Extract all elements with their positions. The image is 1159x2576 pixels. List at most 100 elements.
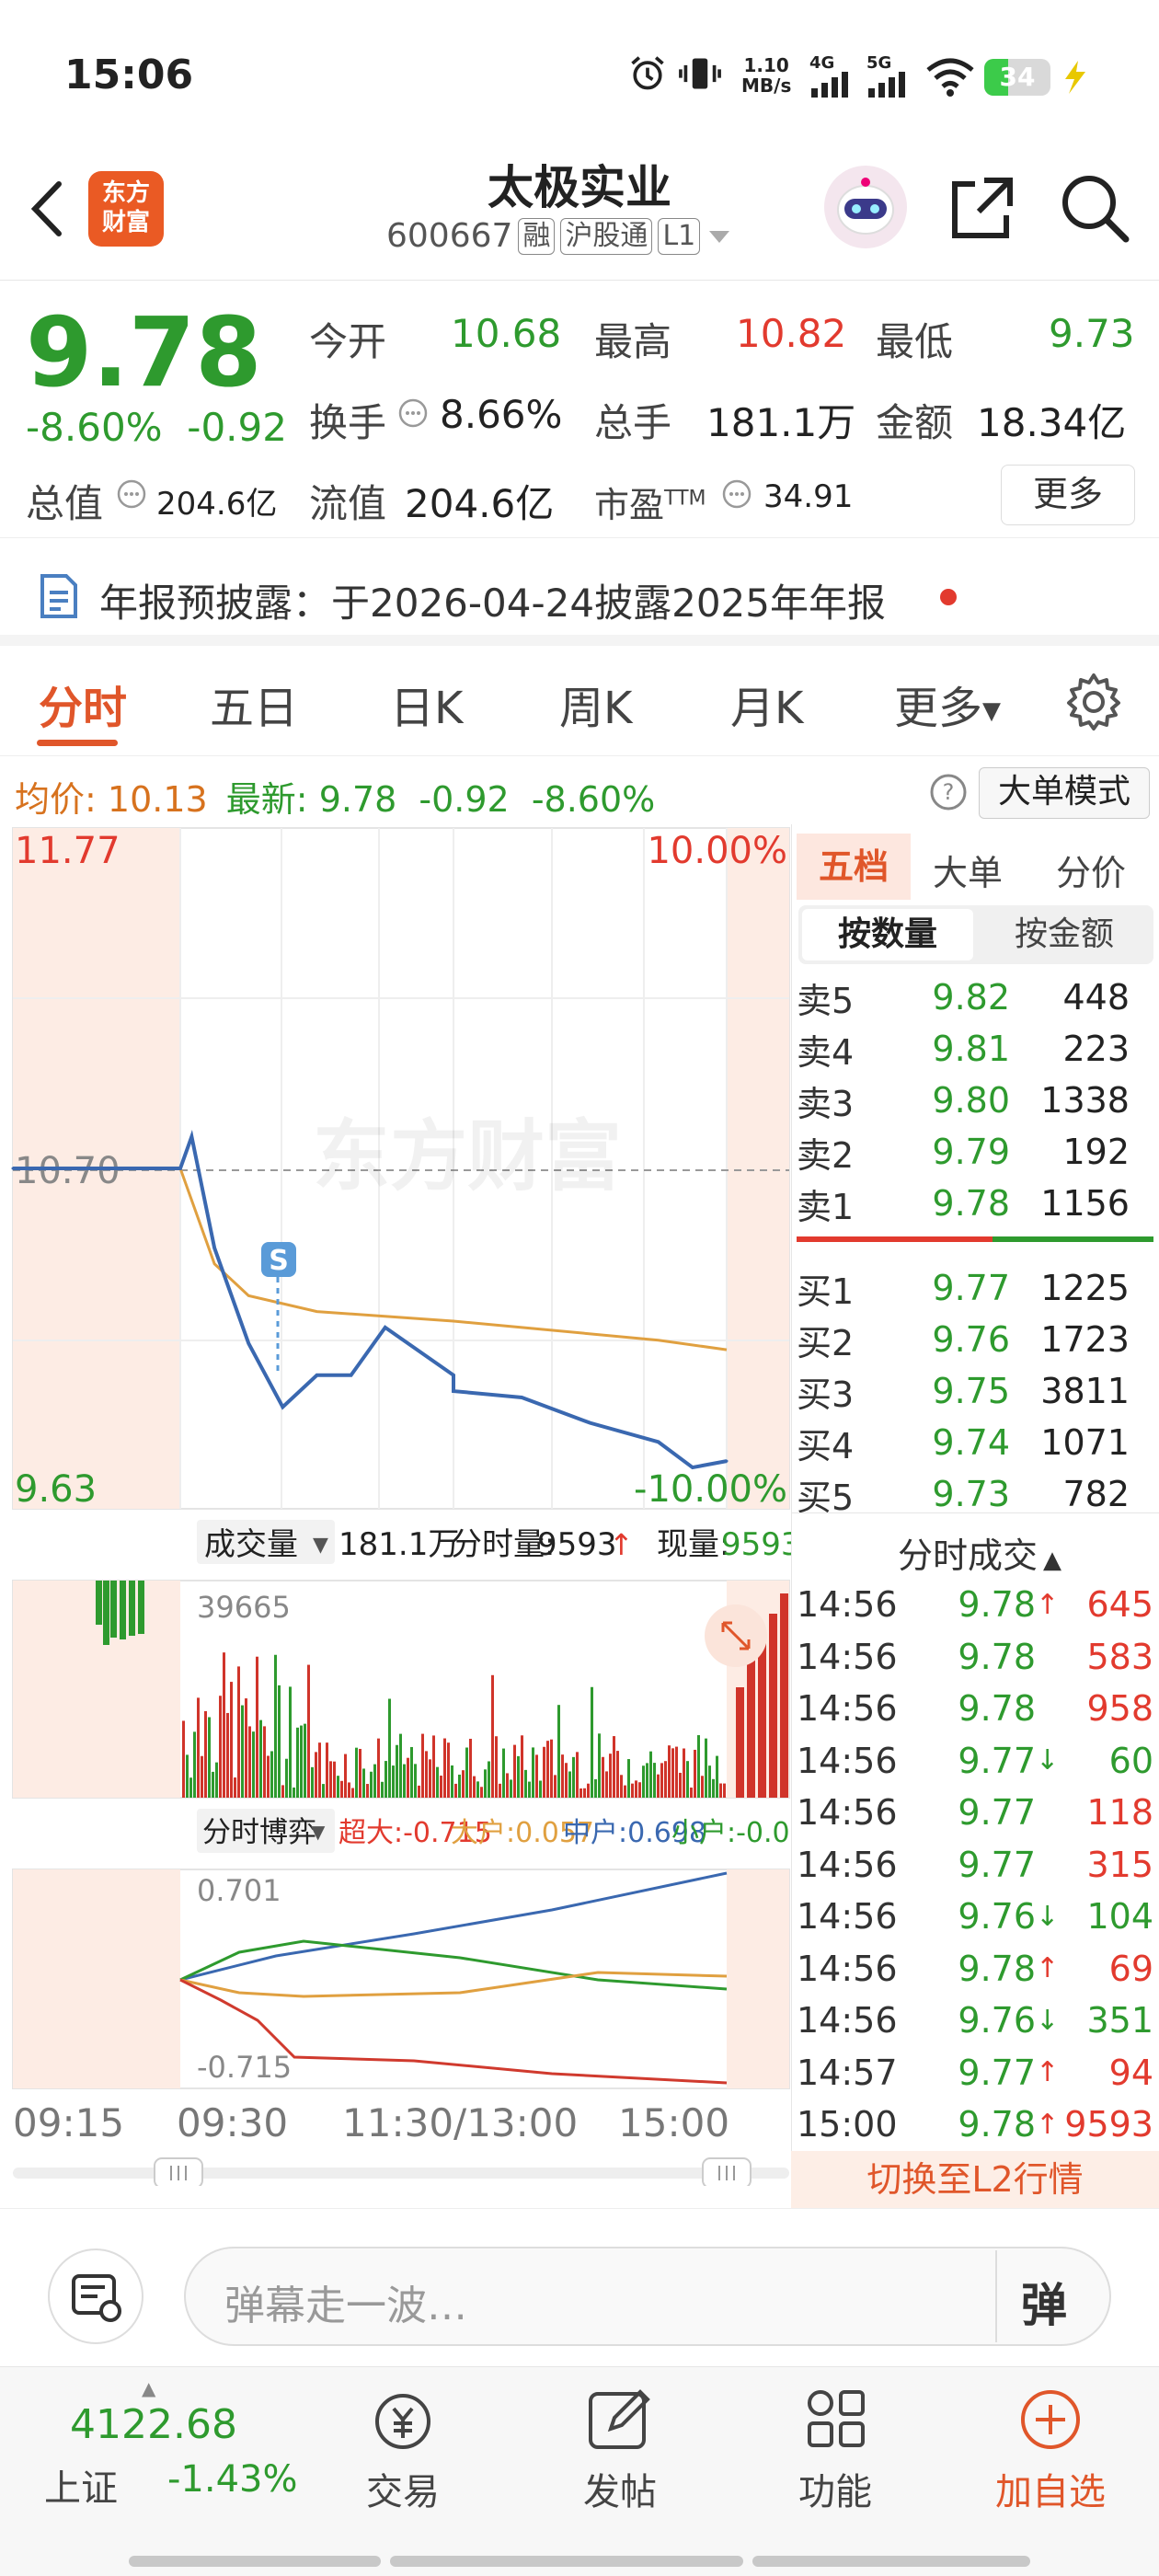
- arrow-down-icon: ↓: [1036, 1900, 1060, 1933]
- volume-bar: [646, 1763, 648, 1798]
- grid-apps-icon[interactable]: [798, 2385, 872, 2455]
- float-value: 204.6亿: [405, 481, 555, 526]
- volume-bar: [769, 1614, 777, 1798]
- info-dots-icon[interactable]: [116, 478, 147, 510]
- open-value: 10.68: [451, 311, 562, 356]
- index-name[interactable]: 上证: [44, 2458, 118, 2512]
- high-value: 10.82: [736, 311, 847, 356]
- tab-monthly-k[interactable]: 月K: [730, 672, 803, 736]
- wifi-icon: [926, 58, 974, 97]
- nav-functions[interactable]: 功能: [762, 2462, 909, 2515]
- volume-bar: [557, 1705, 560, 1798]
- signal-marker-label: S: [269, 1245, 289, 1277]
- price-point: [316, 1374, 318, 1377]
- post-edit-icon[interactable]: [583, 2385, 657, 2455]
- ask-row[interactable]: 卖2 9.79 192: [797, 1128, 1153, 1176]
- volume-minute-value: 9593: [537, 1526, 617, 1563]
- ticks-title[interactable]: 分时成交 ▲: [898, 1527, 1061, 1578]
- index-pct[interactable]: -1.43%: [167, 2458, 298, 2501]
- volume-bar: [480, 1787, 483, 1798]
- order-volume: 782: [1062, 1474, 1130, 1514]
- bid-row[interactable]: 买4 9.74 1071: [797, 1419, 1153, 1466]
- tab-daily-k[interactable]: 日K: [390, 672, 463, 736]
- nav-add-watchlist[interactable]: 加自选: [977, 2462, 1124, 2515]
- switch-l2-button[interactable]: 切换至L2行情: [791, 2151, 1159, 2208]
- volume-bar: [289, 1686, 292, 1798]
- settings-gear-icon[interactable]: [1063, 672, 1124, 732]
- volume-bar: [120, 1581, 126, 1639]
- volume-bar: [649, 1751, 652, 1798]
- info-dots-icon[interactable]: [721, 478, 752, 510]
- subtab-by-volume[interactable]: 按数量: [802, 909, 973, 960]
- tab-five-level[interactable]: 五档: [797, 834, 911, 900]
- nav-post[interactable]: 发帖: [546, 2462, 694, 2515]
- bid-row[interactable]: 买1 9.77 1225: [797, 1264, 1153, 1312]
- volume-bar: [495, 1736, 498, 1798]
- tab-price-dist[interactable]: 分价: [1056, 845, 1126, 895]
- bid-row[interactable]: 买5 9.73 782: [797, 1470, 1153, 1518]
- stock-code-row[interactable]: 600667 融 沪股通 L1: [386, 217, 733, 255]
- volume-bar: [476, 1781, 479, 1798]
- caret-down-icon: ▼: [313, 1534, 328, 1557]
- low-value: 9.73: [1049, 311, 1135, 356]
- tick-row: 14:56 9.78 ↑ 645: [797, 1581, 1153, 1628]
- order-volume: 3811: [1040, 1371, 1130, 1411]
- tick-volume: 104: [1086, 1896, 1153, 1937]
- bid-row[interactable]: 买3 9.75 3811: [797, 1367, 1153, 1415]
- tab-more[interactable]: 更多▼: [894, 672, 1001, 736]
- tab-weekly-k[interactable]: 周K: [559, 672, 632, 736]
- info-dots-icon[interactable]: [397, 397, 429, 429]
- danmu-toggle-button[interactable]: 弹: [1021, 2269, 1067, 2335]
- volume-bar: [348, 1782, 350, 1798]
- tick-time: 14:56: [797, 1740, 898, 1781]
- tick-volume: 583: [1086, 1636, 1153, 1677]
- more-quote-button[interactable]: 更多: [1001, 465, 1135, 525]
- volume-now-value: 9593: [721, 1526, 791, 1563]
- tab-big-order[interactable]: 大单: [933, 845, 1003, 895]
- volume-bar: [333, 1761, 336, 1798]
- volume-bar: [554, 1775, 557, 1798]
- turnover-label: 换手: [309, 400, 387, 445]
- tick-price: 9.78: [958, 1584, 1036, 1625]
- bid-row[interactable]: 买2 9.76 1723: [797, 1316, 1153, 1363]
- ask-row[interactable]: 卖4 9.81 223: [797, 1025, 1153, 1073]
- ask-row[interactable]: 卖5 9.82 448: [797, 973, 1153, 1021]
- volume-bar: [465, 1747, 468, 1798]
- game-bottom-label: -0.715: [197, 2050, 292, 2085]
- tab-five-day[interactable]: 五日: [210, 672, 298, 736]
- help-icon[interactable]: ?: [929, 773, 968, 811]
- margin-tag: 融: [518, 217, 556, 255]
- index-value[interactable]: 4122.68: [70, 2401, 237, 2448]
- pct-top-label: 10.00%: [647, 830, 787, 872]
- tab-intraday[interactable]: 分时: [39, 672, 127, 736]
- order-level-label: 买1: [797, 1271, 855, 1312]
- ask-row[interactable]: 卖1 9.78 1156: [797, 1179, 1153, 1227]
- volume-bar: [635, 1780, 637, 1798]
- volume-bar: [719, 1783, 722, 1798]
- volume-bar: [307, 1664, 310, 1798]
- subtab-by-amount[interactable]: 按金额: [979, 909, 1150, 960]
- share-icon[interactable]: [947, 173, 1017, 243]
- danmu-settings-button[interactable]: [48, 2248, 143, 2344]
- tick-time: 14:56: [797, 1948, 898, 1989]
- trade-icon[interactable]: [366, 2388, 440, 2455]
- volume-total: 181.1万: [339, 1526, 459, 1563]
- intraday-chart[interactable]: 东方财富 11.77 10.00% 10.70 9.63 -10.00% S 成…: [0, 824, 791, 2186]
- add-watchlist-icon[interactable]: [1016, 2385, 1085, 2455]
- low-label: 最低: [876, 319, 954, 364]
- volume-bar: [712, 1778, 715, 1798]
- big-order-mode-button[interactable]: 大单模式: [979, 767, 1150, 819]
- ask-row[interactable]: 卖3 9.80 1338: [797, 1076, 1153, 1124]
- volume-bar: [736, 1687, 744, 1798]
- volume-bar: [373, 1764, 376, 1798]
- volume-bar: [473, 1776, 476, 1798]
- nav-trade[interactable]: 交易: [329, 2462, 476, 2515]
- volume-bar: [638, 1782, 641, 1798]
- status-bar: 15:06 1.10 MB/s 4G 5G 34: [0, 0, 1159, 147]
- assistant-avatar[interactable]: [824, 166, 907, 248]
- search-icon[interactable]: [1058, 171, 1131, 245]
- volume-bar: [591, 1686, 593, 1798]
- order-price: 9.81: [932, 1029, 1010, 1069]
- arrow-up-icon: ↑: [609, 1527, 634, 1562]
- svg-text:?: ?: [943, 779, 955, 805]
